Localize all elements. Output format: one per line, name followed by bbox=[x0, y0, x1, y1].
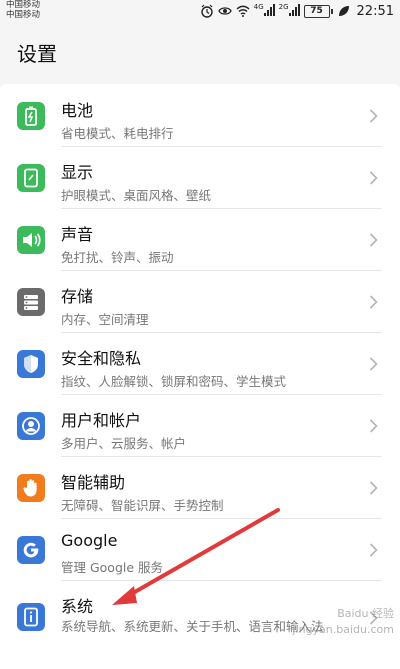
signal-bars-icon bbox=[288, 3, 300, 16]
signal-bars-icon bbox=[263, 3, 275, 16]
settings-list: 电池 省电模式、耗电排行 显示 护眼模式、桌面风格、壁纸 声音 免打扰、铃声、振… bbox=[0, 84, 400, 669]
settings-item-smart-assist[interactable]: 智能辅助 无障碍、智能识屏、手势控制 bbox=[0, 457, 400, 519]
storage-icon bbox=[17, 288, 45, 316]
chevron-right-icon bbox=[369, 357, 378, 371]
clock: 22:51 bbox=[356, 3, 394, 19]
chevron-right-icon bbox=[369, 481, 378, 495]
charging-leaf-icon bbox=[338, 6, 349, 16]
item-title: 声音 bbox=[61, 225, 94, 244]
chevron-right-icon bbox=[369, 233, 378, 247]
battery-icon bbox=[17, 102, 45, 130]
item-title: 智能辅助 bbox=[61, 473, 126, 492]
wifi-icon bbox=[236, 5, 250, 17]
chevron-right-icon bbox=[369, 295, 378, 309]
settings-item-users-accounts[interactable]: 用户和帐户 多用户、云服务、帐户 bbox=[0, 395, 400, 457]
item-subtitle: 多用户、云服务、帐户 bbox=[61, 436, 187, 451]
chevron-right-icon bbox=[369, 109, 378, 123]
eye-comfort-icon bbox=[218, 7, 232, 15]
item-title: 安全和隐私 bbox=[61, 349, 142, 368]
item-subtitle: 内存、空间清理 bbox=[61, 312, 149, 327]
item-title: 系统 bbox=[61, 597, 94, 616]
status-icons: 4G 2G 75 22:51 bbox=[200, 2, 394, 20]
watermark: Baidu 经验 jingyan.baidu.com bbox=[292, 606, 394, 638]
battery-indicator: 75 bbox=[303, 4, 333, 18]
carrier-labels: 中国移动 中国移动 bbox=[6, 0, 40, 20]
settings-item-display[interactable]: 显示 护眼模式、桌面风格、壁纸 bbox=[0, 147, 400, 209]
settings-item-google[interactable]: Google 管理 Google 服务 bbox=[0, 519, 400, 581]
google-icon bbox=[17, 536, 45, 564]
system-info-icon bbox=[17, 603, 45, 631]
settings-item-sound[interactable]: 声音 免打扰、铃声、振动 bbox=[0, 209, 400, 271]
display-icon bbox=[17, 164, 45, 192]
shield-icon bbox=[17, 350, 45, 378]
item-subtitle: 指纹、人脸解锁、锁屏和密码、学生模式 bbox=[61, 374, 287, 389]
chevron-right-icon bbox=[369, 419, 378, 433]
watermark-line-1: Baidu 经验 bbox=[337, 607, 394, 620]
item-subtitle: 护眼模式、桌面风格、壁纸 bbox=[61, 188, 212, 203]
item-subtitle: 省电模式、耗电排行 bbox=[61, 126, 174, 141]
hand-icon bbox=[17, 474, 45, 502]
item-subtitle: 免打扰、铃声、振动 bbox=[61, 250, 174, 265]
sound-icon bbox=[17, 226, 45, 254]
item-subtitle: 无障碍、智能识屏、手势控制 bbox=[61, 498, 224, 513]
page-title: 设置 bbox=[17, 42, 57, 66]
signal-1-label: 4G bbox=[253, 2, 264, 11]
signal-1: 4G bbox=[253, 2, 275, 19]
item-title: 显示 bbox=[61, 163, 94, 182]
chevron-right-icon bbox=[369, 543, 378, 557]
item-title: 用户和帐户 bbox=[61, 411, 142, 430]
status-bar: 中国移动 中国移动 4G 2G 75 22:51 bbox=[0, 0, 400, 22]
signal-2: 2G bbox=[278, 2, 300, 19]
settings-item-security[interactable]: 安全和隐私 指纹、人脸解锁、锁屏和密码、学生模式 bbox=[0, 333, 400, 395]
item-title: 存储 bbox=[61, 287, 94, 306]
item-title: 电池 bbox=[61, 101, 94, 120]
item-subtitle: 管理 Google 服务 bbox=[61, 560, 164, 575]
user-icon bbox=[17, 412, 45, 440]
signal-2-label: 2G bbox=[278, 2, 289, 11]
watermark-line-2: jingyan.baidu.com bbox=[292, 623, 394, 636]
alarm-icon bbox=[201, 4, 213, 18]
item-title: Google bbox=[61, 531, 118, 550]
carrier-1: 中国移动 bbox=[6, 0, 41, 10]
carrier-2: 中国移动 bbox=[6, 10, 41, 20]
settings-item-storage[interactable]: 存储 内存、空间清理 bbox=[0, 271, 400, 333]
chevron-right-icon bbox=[369, 171, 378, 185]
settings-item-battery[interactable]: 电池 省电模式、耗电排行 bbox=[0, 85, 400, 147]
